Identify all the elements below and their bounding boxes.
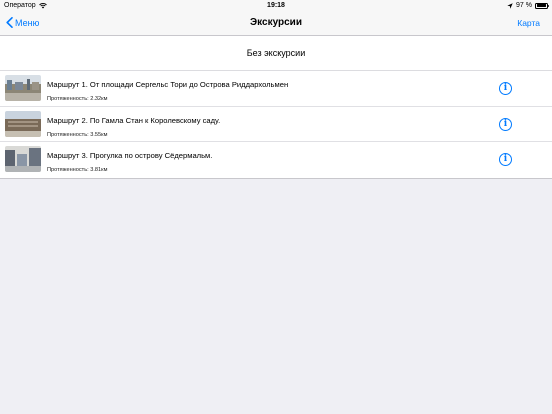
route-title: Маршрут 3. Прогулка по острову Сёдермаль… [47, 151, 213, 160]
route-row-2[interactable]: Маршрут 2. По Гамла Стан к Королевскому … [0, 107, 552, 142]
route-title: Маршрут 1. От площади Сергельс Тори до О… [47, 80, 289, 89]
location-arrow-icon [507, 2, 513, 9]
info-icon[interactable]: i [499, 153, 512, 166]
tours-content: Без экскурсии Маршрут 1. От площади Серг… [0, 36, 552, 179]
back-button[interactable]: Меню [6, 17, 39, 28]
route-row-3[interactable]: Маршрут 3. Прогулка по острову Сёдермаль… [0, 142, 552, 178]
info-icon[interactable]: i [499, 82, 512, 95]
chevron-left-icon [6, 17, 13, 28]
route-title: Маршрут 2. По Гамла Стан к Королевскому … [47, 115, 221, 125]
route-length: Протяженность: 3.55км [47, 131, 108, 138]
route-thumbnail [5, 110, 41, 137]
no-tour-item[interactable]: Без экскурсии [0, 36, 552, 71]
battery-level [536, 4, 546, 7]
back-button-label: Меню [15, 17, 40, 28]
route-2-thumbnail-image [5, 110, 41, 137]
route-length: Протяженность: 3.81км [47, 167, 108, 173]
map-button[interactable]: Карта [517, 18, 540, 28]
battery-icon [535, 2, 549, 9]
route-row-1[interactable]: Маршрут 1. От площади Сергельс Тори до О… [0, 71, 552, 107]
route-thumbnail [5, 146, 41, 172]
info-icon[interactable]: i [499, 117, 512, 131]
navigation-bar: Меню Экскурсии Карта [0, 12, 552, 36]
status-bar: Оператор 19:18 97 % [0, 0, 552, 12]
page-title: Экскурсии [250, 17, 302, 28]
route-thumbnail [5, 75, 41, 101]
status-right: 97 % [507, 2, 549, 9]
status-time: 19:18 [267, 2, 285, 9]
route-length: Протяженность: 2.32км [47, 96, 108, 102]
route-1-thumbnail-image [5, 75, 41, 101]
battery-percent: 97 % [516, 2, 532, 9]
route-3-thumbnail-image [5, 146, 41, 172]
routes-list: Маршрут 1. От площади Сергельс Тори до О… [0, 71, 552, 179]
